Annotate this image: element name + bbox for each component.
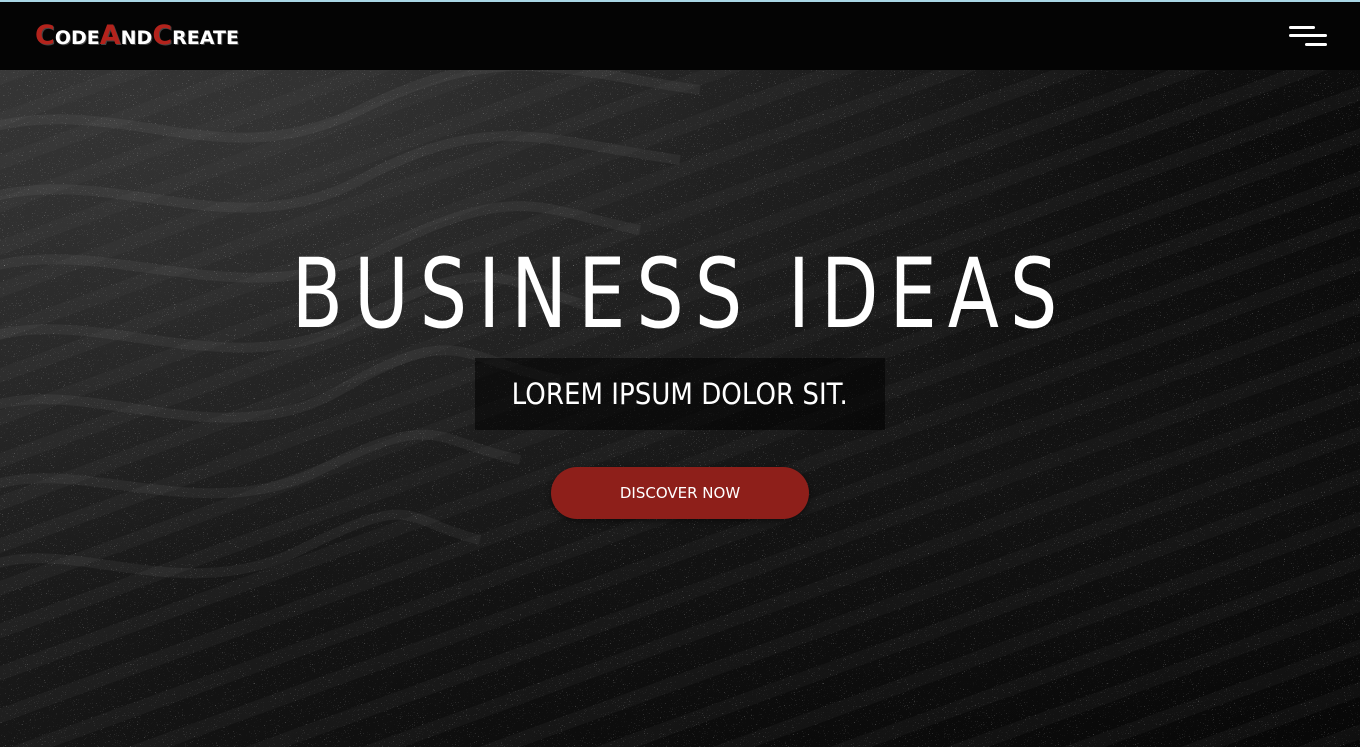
- menu-bar: [1289, 26, 1315, 29]
- navbar: C ode A nd C reate: [0, 2, 1360, 70]
- site-logo[interactable]: C ode A nd C reate: [35, 22, 239, 52]
- menu-bar: [1289, 34, 1327, 37]
- hero-section: BUSINESS IDEAS LOREM IPSUM DOLOR SIT. DI…: [0, 70, 1360, 747]
- top-accent-line: [0, 0, 1360, 2]
- subtitle-box: LOREM IPSUM DOLOR SIT.: [475, 358, 885, 430]
- logo-letter: C: [35, 20, 55, 51]
- menu-bar: [1305, 43, 1327, 46]
- logo-text: reate: [172, 27, 239, 49]
- discover-now-button[interactable]: DISCOVER NOW: [551, 467, 809, 519]
- logo-letter: A: [99, 20, 121, 51]
- logo-letter: C: [152, 20, 173, 51]
- hero-title: BUSINESS IDEAS: [291, 238, 1069, 351]
- logo-text: nd: [120, 27, 153, 49]
- hamburger-menu-icon[interactable]: [1289, 24, 1327, 50]
- page: C ode A nd C reate: [0, 0, 1360, 747]
- hero-subtitle: LOREM IPSUM DOLOR SIT.: [511, 377, 849, 411]
- logo-text: ode: [54, 27, 100, 49]
